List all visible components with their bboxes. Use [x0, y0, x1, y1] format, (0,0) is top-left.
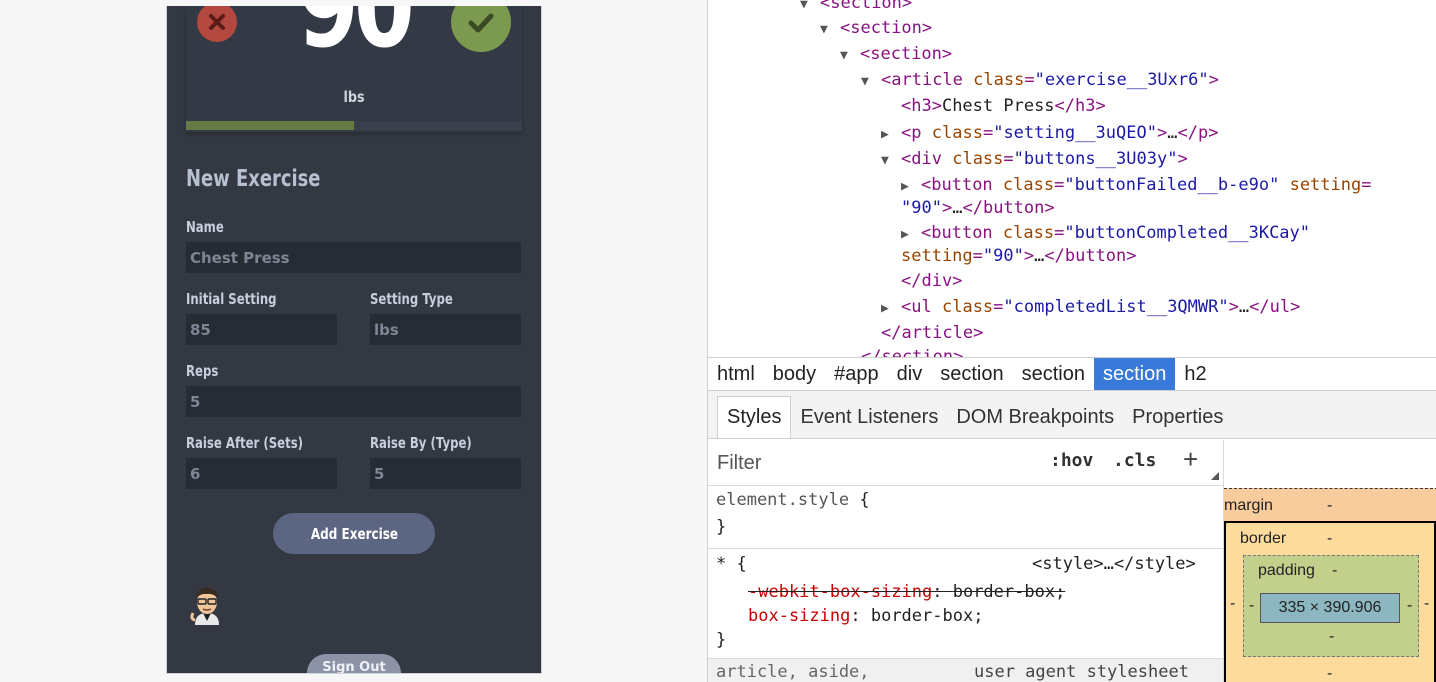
border-bottom-value: - — [1327, 665, 1333, 682]
tab-dom-breakpoints[interactable]: DOM Breakpoints — [947, 396, 1123, 438]
breadcrumb-item-app[interactable]: #app — [825, 358, 888, 390]
avatar[interactable] — [187, 583, 227, 627]
rule-close-brace: } — [716, 630, 727, 650]
sidebar-tabs: Styles Event Listeners DOM Breakpoints Prop… — [708, 391, 1436, 439]
box-sizing-property[interactable]: box-sizing: border-box; — [748, 604, 983, 629]
collapse-triangle-icon[interactable]: ▼ — [861, 69, 881, 94]
collapse-triangle-icon[interactable]: ▼ — [840, 43, 860, 68]
rule-source-link[interactable]: <style>…</style> — [1032, 552, 1196, 577]
collapse-triangle-icon[interactable]: ▼ — [800, 0, 820, 17]
style-rules: element.style { } * { <style>…</style> -… — [708, 486, 1223, 682]
element-style-rule[interactable]: element.style { — [716, 488, 870, 513]
expand-triangle-icon[interactable]: ▶ — [881, 122, 901, 147]
name-label: Name — [186, 218, 224, 236]
universal-selector[interactable]: * { — [716, 552, 747, 577]
add-exercise-button[interactable]: Add Exercise — [273, 513, 435, 554]
initial-setting-field[interactable] — [186, 314, 337, 345]
devtools-panel: ▼ <section> ▼ <section> ▼ <section> ▼ <artic… — [707, 0, 1436, 682]
breadcrumb-item-div[interactable]: div — [888, 358, 932, 390]
breadcrumb-item-body[interactable]: body — [764, 358, 825, 390]
dom-node-div-buttons[interactable]: ▼ <div class="buttons__3U03y"> — [881, 147, 1188, 173]
cls-toggle[interactable]: .cls — [1113, 450, 1156, 471]
dom-node-div-close[interactable]: </div> — [901, 269, 962, 294]
box-model-padding[interactable]: padding - - - - 335 × 390.906 — [1243, 555, 1419, 657]
box-model-content[interactable]: 335 × 390.906 — [1260, 593, 1400, 623]
reps-field[interactable] — [186, 386, 521, 417]
rule-close-brace: } — [716, 517, 727, 537]
padding-label: padding — [1258, 562, 1315, 579]
tab-event-listeners[interactable]: Event Listeners — [791, 396, 947, 438]
new-rule-button[interactable]: + — [1183, 444, 1198, 475]
progress-bar — [186, 121, 522, 130]
breadcrumb-item-html[interactable]: html — [708, 358, 764, 390]
collapse-triangle-icon[interactable]: ▼ — [820, 17, 840, 42]
breadcrumb-item-section[interactable]: section — [1013, 358, 1094, 390]
padding-right-value: - — [1407, 597, 1413, 614]
name-field[interactable] — [186, 242, 521, 273]
add-exercise-label: Add Exercise — [310, 524, 398, 543]
setting-type-field[interactable] — [370, 314, 521, 345]
webkit-box-sizing-property[interactable]: -webkit-box-sizing: border-box; — [748, 580, 1065, 605]
dom-node-p[interactable]: ▶ <p class="setting__3uQEO">…</p> — [881, 121, 1218, 147]
padding-top-value: - — [1332, 562, 1338, 579]
raise-by-field[interactable] — [370, 458, 521, 489]
dom-node-section-close[interactable]: </section> — [861, 345, 963, 357]
hov-toggle[interactable]: :hov — [1050, 450, 1093, 471]
filter-input[interactable] — [717, 448, 1017, 478]
breadcrumb-item-h2[interactable]: h2 — [1175, 358, 1215, 390]
styles-toolbar: :hov .cls + — [708, 440, 1223, 486]
initial-setting-label: Initial Setting — [186, 290, 277, 308]
sign-out-button[interactable]: Sign Out — [307, 654, 401, 673]
setting-type-label: Setting Type — [370, 290, 453, 308]
dom-node-section-inner[interactable]: ▼ <section> — [840, 42, 952, 68]
raise-after-label: Raise After (Sets) — [186, 434, 304, 452]
ua-selector: article, aside, — [716, 662, 870, 682]
padding-bottom-value: - — [1329, 628, 1335, 645]
screen: 90 lbs New Exercise Name Initial Setting… — [0, 0, 1436, 682]
dom-node-section-outer[interactable]: ▼ <section> — [800, 0, 912, 17]
expand-triangle-icon[interactable]: ▶ — [881, 296, 901, 321]
workout-app: 90 lbs New Exercise Name Initial Setting… — [166, 6, 542, 674]
new-exercise-title: New Exercise — [186, 166, 321, 192]
breadcrumb: html body #app div section section section h2 — [708, 357, 1436, 391]
margin-label: margin — [1224, 497, 1273, 514]
dom-node-article-close[interactable]: </article> — [881, 321, 983, 346]
padding-left-value: - — [1249, 597, 1255, 614]
user-agent-rule[interactable]: article, aside, user agent stylesheet — [708, 658, 1223, 682]
box-model-diagram: margin - - - border - - - padding - - - … — [1223, 440, 1436, 682]
weight-unit: lbs — [343, 88, 365, 106]
border-left-value: - — [1230, 595, 1236, 612]
box-model-margin[interactable]: margin - - - border - - - padding - - - … — [1224, 488, 1436, 682]
progress-fill — [186, 121, 354, 130]
border-top-value: - — [1327, 530, 1333, 547]
margin-top-value: - — [1327, 497, 1333, 514]
check-icon — [468, 13, 494, 33]
ua-source: user agent stylesheet — [974, 662, 1189, 682]
raise-after-field[interactable] — [186, 458, 337, 489]
tab-styles[interactable]: Styles — [717, 396, 792, 438]
box-model-border[interactable]: border - - - padding - - - - 335 × 390.9… — [1224, 521, 1436, 682]
dom-node-article[interactable]: ▼ <article class="exercise__3Uxr6"> — [861, 68, 1219, 94]
dom-node-section[interactable]: ▼ <section> — [820, 16, 932, 42]
reps-label: Reps — [186, 362, 219, 380]
breadcrumb-item-section[interactable]: section — [1094, 358, 1176, 390]
dom-node-ul[interactable]: ▶ <ul class="completedList__3QMWR">…</ul> — [881, 295, 1300, 321]
dom-node-button-failed-cont: "90">…</button> — [901, 198, 1055, 218]
elements-tree: ▼ <section> ▼ <section> ▼ <section> ▼ <artic… — [708, 0, 1436, 357]
dom-node-h3[interactable]: <h3>Chest Press</h3> — [901, 94, 1106, 119]
corner-triangle-icon — [1211, 472, 1219, 480]
border-right-value: - — [1424, 595, 1430, 612]
current-exercise-card: 90 lbs — [186, 6, 522, 132]
breadcrumb-item-section[interactable]: section — [931, 358, 1012, 390]
raise-by-label: Raise By (Type) — [370, 434, 472, 452]
collapse-triangle-icon[interactable]: ▼ — [881, 148, 901, 173]
border-label: border — [1240, 530, 1287, 547]
tab-properties[interactable]: Properties — [1123, 396, 1232, 438]
dom-node-button-completed-cont: setting="90">…</button> — [901, 246, 1137, 266]
current-weight: 90 — [297, 6, 415, 73]
rule-divider — [708, 548, 1223, 549]
avatar-icon — [190, 587, 219, 625]
